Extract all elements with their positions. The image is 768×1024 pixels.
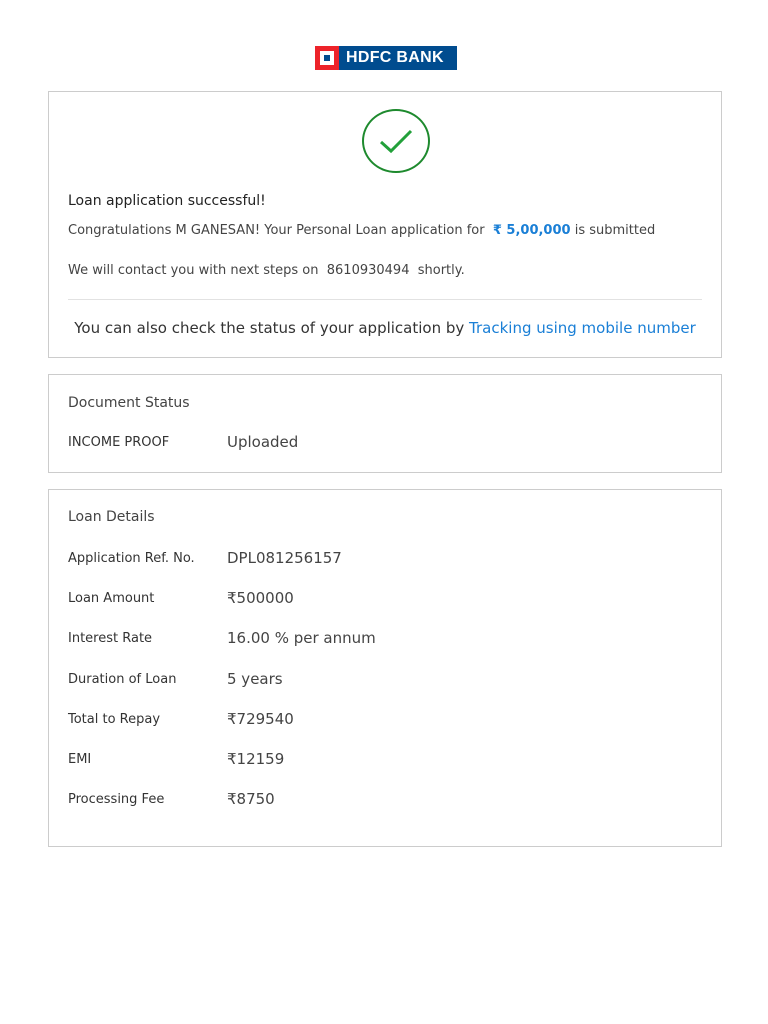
- loan-detail-label: EMI: [68, 752, 92, 767]
- loan-detail-label: Interest Rate: [68, 631, 153, 647]
- loan-detail-label: Application Ref. No.: [68, 551, 195, 566]
- loan-detail-label: Total to Repay: [68, 711, 161, 727]
- loan-details-card: Loan Details Application Ref. No. DPL0812…: [48, 489, 722, 847]
- loan-detail-label: Duration of Loan: [68, 671, 177, 687]
- tracking-text: You can also check the status of your ap…: [49, 319, 721, 337]
- loan-detail-value: 16.00 % per annum: [227, 629, 376, 648]
- contact-suffix: shortly.: [417, 263, 465, 278]
- divider: [68, 299, 702, 300]
- phone-number: 8610930494: [326, 263, 410, 278]
- document-status-title: Document Status: [68, 395, 190, 411]
- success-title: Loan application successful!: [68, 193, 266, 209]
- tracking-link[interactable]: Tracking using mobile number: [469, 319, 696, 337]
- contact-prefix: We will contact you with next steps on: [68, 263, 319, 278]
- document-value: Uploaded: [227, 433, 299, 451]
- hdfc-logo-icon: [315, 46, 339, 70]
- track-prefix: You can also check the status of your ap…: [74, 319, 465, 337]
- loan-detail-value: 5 years: [227, 669, 283, 688]
- success-check-icon: [362, 109, 430, 173]
- success-card: Loan application successful! Congratulat…: [48, 91, 722, 358]
- logo-text: HDFC BANK: [346, 49, 444, 66]
- loan-detail-value: ₹12159: [227, 750, 285, 768]
- document-label: INCOME PROOF: [68, 435, 170, 450]
- loan-details-title: Loan Details: [68, 509, 155, 525]
- congrats-suffix: is submitted: [574, 223, 656, 238]
- loan-detail-value: ₹8750: [227, 790, 275, 809]
- loan-detail-label: Processing Fee: [68, 792, 165, 808]
- hdfc-bank-logo: HDFC BANK: [315, 46, 457, 70]
- loan-detail-value: ₹500000: [227, 589, 294, 608]
- loan-detail-value: DPL081256157: [227, 549, 342, 567]
- loan-detail-value: ₹729540: [227, 709, 294, 728]
- loan-detail-label: Loan Amount: [68, 591, 155, 607]
- congrats-text: Congratulations M GANESAN! Your Personal…: [68, 223, 655, 238]
- congrats-prefix: Congratulations M GANESAN! Your Personal…: [68, 223, 485, 238]
- document-status-card: Document Status INCOME PROOF Uploaded: [48, 374, 722, 473]
- contact-text: We will contact you with next steps on 8…: [68, 263, 465, 278]
- loan-amount-highlight: ₹ 5,00,000: [492, 223, 571, 238]
